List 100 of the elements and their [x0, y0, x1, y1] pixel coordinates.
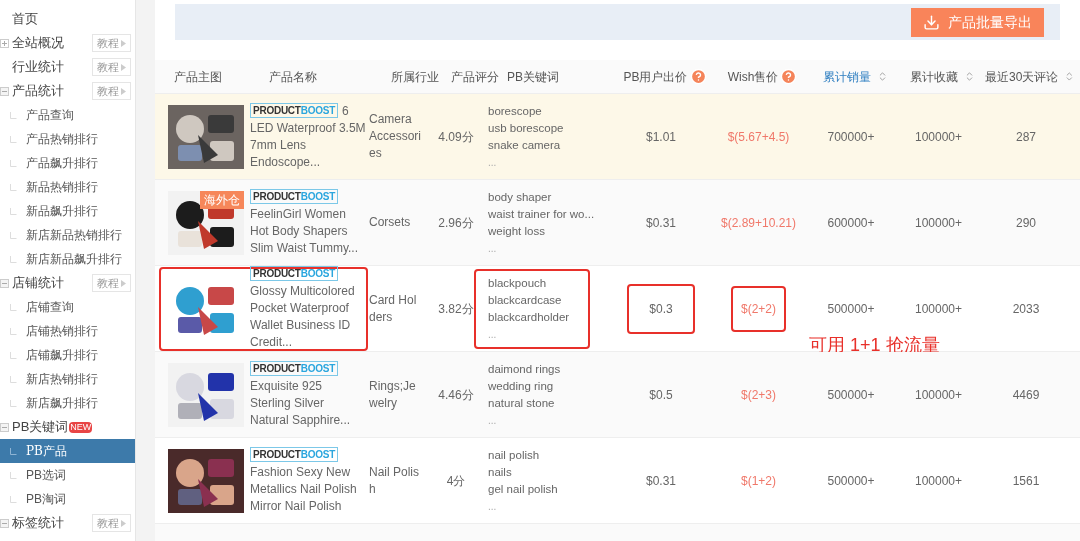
sort-icon[interactable]	[964, 71, 975, 82]
sidebar-item[interactable]: 全站概况	[12, 33, 64, 53]
table-cell-text: 290	[1015, 214, 1037, 232]
sidebar-item[interactable]: 标签统计	[12, 513, 64, 533]
sidebar-subitem[interactable]: 新店飙升排行	[0, 391, 135, 415]
table-cell-text: 3.82分	[437, 300, 475, 318]
sidebar-subitem[interactable]: 店铺热销排行	[0, 319, 135, 343]
sidebar-item[interactable]: 行业统计	[12, 57, 64, 77]
tree-connector-icon	[10, 471, 17, 479]
sidebar-subitem[interactable]: 新店新品飙升排行	[0, 247, 135, 271]
productboost-badge: PRODUCTBOOST	[250, 188, 338, 204]
table-cell-text: 2033	[1011, 300, 1041, 318]
table-cell-text: 700000+	[826, 128, 876, 146]
download-icon	[923, 13, 940, 31]
table-cell-text: 500000+	[826, 300, 876, 318]
keyword[interactable]: gel nail polish	[488, 480, 558, 498]
help-icon[interactable]	[780, 68, 798, 85]
keyword[interactable]: body shaper	[488, 188, 552, 206]
tree-connector-icon	[10, 111, 17, 119]
sidebar-subitem[interactable]: 店铺查询	[0, 295, 135, 319]
wish-price: $(5.67+4.5)	[726, 128, 791, 146]
overseas-tag: 海外仓	[200, 190, 244, 209]
sidebar-subitem[interactable]: 新店新品热销排行	[0, 223, 135, 247]
column-header[interactable]: 累计收藏	[910, 67, 958, 86]
sidebar-subitem[interactable]: 产品查询	[0, 103, 135, 127]
productboost-badge: PRODUCTBOOST	[250, 102, 338, 118]
keyword[interactable]: nail polish	[488, 446, 540, 464]
collapse-icon[interactable]	[0, 278, 9, 288]
product-name[interactable]: PRODUCTBOOST Exquisite 925 Sterling Silver Natural Sapphire...	[250, 360, 366, 429]
sidebar-subitem[interactable]: PB产品	[0, 439, 135, 463]
column-header: 产品主图	[174, 68, 222, 86]
keyword[interactable]: blackcardholder	[488, 308, 570, 326]
tree-connector-icon	[10, 327, 17, 335]
tree-connector-icon	[10, 303, 17, 311]
sidebar-item[interactable]: 店铺统计	[12, 273, 64, 293]
table-cell-text: 4分	[445, 472, 467, 490]
table-cell-text: Camera Accessori es	[368, 111, 422, 162]
table-cell-text: Nail Polis h	[368, 463, 420, 498]
sidebar-subitem[interactable]: 新店热销排行	[0, 367, 135, 391]
table-cell-text: 500000+	[826, 472, 876, 490]
pb-price: $0.5	[648, 386, 674, 404]
sidebar-subitem[interactable]: 新品热销排行	[0, 175, 135, 199]
collapse-icon[interactable]	[0, 86, 9, 96]
table-cell-text: 1561	[1011, 472, 1041, 490]
product-name[interactable]: PRODUCTBOOST FeelinGirl Women Hot Body Shapers Slim Waist Tummy...	[250, 188, 366, 257]
keyword[interactable]: snake camera	[488, 136, 561, 154]
sidebar-subitem[interactable]: PB选词	[0, 463, 135, 487]
tree-connector-icon	[10, 255, 17, 263]
new-badge: NEW	[69, 421, 93, 433]
sidebar-subitem[interactable]: 产品飙升排行	[0, 151, 135, 175]
table-cell-text: 287	[1015, 128, 1037, 146]
caret-icon	[121, 63, 126, 71]
tree-connector-icon	[10, 351, 17, 359]
sidebar-item[interactable]: 首页	[12, 9, 38, 29]
keyword[interactable]: blackpouch	[488, 274, 547, 292]
keyword[interactable]: daimond rings	[488, 360, 561, 378]
expand-icon[interactable]	[0, 38, 9, 48]
pb-price: $0.3	[627, 283, 695, 334]
table-cell-text: Corsets	[368, 214, 412, 231]
tree-connector-icon	[10, 495, 17, 503]
table-cell-text: 4.09分	[437, 128, 475, 146]
productboost-badge: PRODUCTBOOST	[250, 266, 338, 281]
product-name[interactable]: PRODUCTBOOST Fashion Sexy New Metallics Nail Polish Mirror Nail Polish	[250, 446, 366, 515]
tree-connector-icon	[10, 183, 17, 191]
table-cell-text: Rings;Je welry	[368, 377, 417, 412]
caret-icon	[121, 39, 126, 47]
sidebar-subitem[interactable]: 新品飙升排行	[0, 199, 135, 223]
collapse-icon[interactable]	[0, 422, 9, 432]
tree-connector-icon	[10, 231, 17, 239]
sidebar-subitem[interactable]: PB淘词	[0, 487, 135, 511]
table-cell-text: 100000+	[913, 214, 964, 232]
tree-connector-icon	[10, 375, 17, 383]
sort-icon[interactable]	[1064, 71, 1075, 82]
table-cell-text: 100000+	[913, 128, 964, 146]
column-header[interactable]: 最近30天评论	[985, 67, 1059, 86]
pb-price: $1.01	[645, 128, 677, 146]
keyword[interactable]: borescope	[488, 102, 542, 120]
keyword[interactable]: blackcardcase	[488, 291, 562, 309]
keyword[interactable]: natural stone	[488, 394, 555, 412]
tree-connector-icon	[10, 207, 17, 215]
sidebar-item[interactable]: 产品统计	[12, 81, 64, 101]
keyword[interactable]: usb borescope	[488, 119, 564, 137]
wish-price: $(2+3)	[740, 386, 777, 404]
table-cell-text: 100000+	[913, 472, 964, 490]
column-header: 产品评分	[451, 68, 499, 86]
keyword[interactable]: waist trainer for wo...	[488, 205, 595, 223]
keyword[interactable]: weight loss	[488, 222, 545, 240]
keyword[interactable]: nails	[488, 463, 512, 481]
help-icon[interactable]	[689, 68, 707, 85]
keyword[interactable]: wedding ring	[488, 377, 554, 395]
column-header[interactable]: 累计销量	[822, 67, 871, 86]
column-header: PB用户出价	[623, 68, 688, 86]
column-header: Wish售价	[727, 68, 779, 86]
collapse-icon[interactable]	[0, 518, 9, 528]
sidebar-item[interactable]: PB关键词	[12, 417, 69, 437]
sidebar-subitem[interactable]: 店铺飙升排行	[0, 343, 135, 367]
product-name[interactable]: PRODUCTBOOST Glossy Multicolored Pocket Waterproof Wallet Business ID Credit...	[250, 266, 366, 351]
table-cell-text: 500000+	[826, 386, 876, 404]
sidebar-subitem[interactable]: 产品热销排行	[0, 127, 135, 151]
product-name[interactable]: PRODUCTBOOST 6 LED Waterproof 3.5M 7mm Lens Endoscope...	[250, 102, 366, 171]
